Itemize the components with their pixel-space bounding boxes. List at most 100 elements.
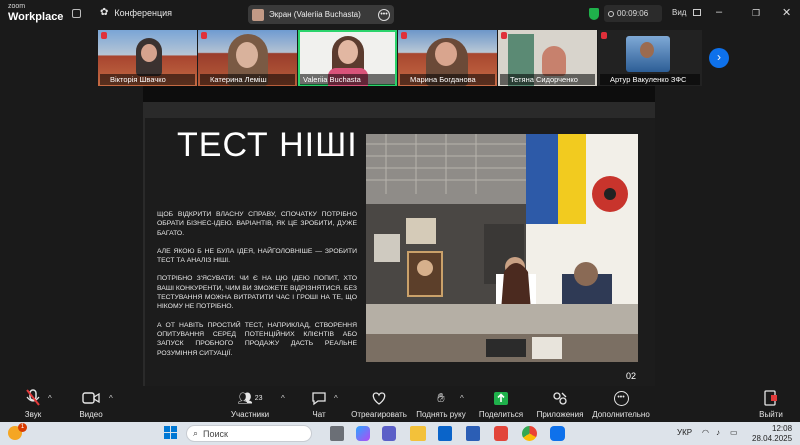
share-screen-icon bbox=[494, 391, 508, 405]
muted-mic-icon bbox=[401, 32, 407, 39]
apps-button[interactable]: Приложения bbox=[536, 388, 584, 419]
weather-widget-icon[interactable]: 1 bbox=[8, 423, 27, 441]
meeting-label: Конференция bbox=[114, 7, 173, 18]
participant-tile[interactable]: Катерина Леміш bbox=[198, 30, 297, 86]
participant-tile[interactable]: Марина Богданова bbox=[398, 30, 497, 86]
video-camera-icon bbox=[82, 392, 100, 404]
start-windows-icon[interactable] bbox=[164, 426, 178, 441]
video-options-caret-icon[interactable]: ^ bbox=[109, 394, 113, 403]
participant-face bbox=[141, 44, 157, 62]
close-icon[interactable]: ✕ bbox=[782, 6, 791, 19]
slide-paragraph: АЛЕ ЯКОЮ Б НЕ БУЛА ІДЕЯ, НАЙГОЛОВНІШЕ — … bbox=[157, 247, 357, 265]
app-switch-icon[interactable] bbox=[72, 9, 81, 18]
cafe-photo-illustration bbox=[366, 134, 638, 362]
slide-cafe-photo bbox=[366, 134, 638, 362]
participants-count: 23 bbox=[254, 394, 263, 402]
outlook-icon[interactable] bbox=[438, 426, 452, 441]
participant-face bbox=[435, 42, 457, 66]
taskbar-search-input[interactable]: ⌕ Поиск bbox=[186, 425, 312, 442]
participant-face bbox=[640, 42, 654, 58]
video-label: Видео bbox=[79, 410, 103, 419]
muted-mic-icon bbox=[201, 32, 207, 39]
participants-label: Участники bbox=[230, 410, 270, 419]
muted-mic-icon bbox=[26, 389, 40, 406]
copilot-icon[interactable] bbox=[356, 426, 370, 441]
more-button[interactable]: ••• Дополнительно bbox=[592, 388, 650, 419]
screen-share-label: Экран (Valeriia Buchasta) bbox=[269, 10, 361, 19]
sharer-avatar bbox=[252, 8, 264, 21]
slide-page-number: 02 bbox=[626, 371, 637, 381]
audio-button[interactable]: Звук bbox=[18, 388, 48, 419]
teams-icon[interactable] bbox=[382, 426, 396, 441]
share-label: Поделиться bbox=[478, 410, 524, 419]
battery-icon[interactable]: ▭ bbox=[730, 428, 738, 437]
participant-name: Катерина Леміш bbox=[200, 74, 295, 85]
more-options-icon[interactable]: ••• bbox=[378, 8, 390, 21]
zoom-title-bar: zoom Workplace ✿ Конференция Экран (Vale… bbox=[0, 0, 800, 28]
muted-mic-icon bbox=[501, 32, 507, 39]
raise-hand-button[interactable]: ✋︎ Поднять руку bbox=[414, 388, 468, 419]
restore-icon[interactable]: ❐ bbox=[752, 8, 760, 19]
share-screen-button[interactable]: Поделиться bbox=[478, 388, 524, 419]
view-grid-icon bbox=[692, 9, 701, 17]
muted-mic-icon bbox=[101, 32, 107, 39]
volume-icon[interactable]: ♪ bbox=[716, 428, 720, 437]
audio-label: Звук bbox=[24, 410, 42, 419]
chat-bubble-icon bbox=[312, 391, 326, 405]
participant-tile[interactable]: Артур Вакуленко ЗФС bbox=[598, 30, 702, 86]
security-shield-icon[interactable] bbox=[589, 8, 599, 20]
participants-button[interactable]: 👥︎ 23 Участники bbox=[230, 388, 270, 419]
workplace-logo-text: Workplace bbox=[8, 11, 64, 23]
react-label: Отреагировать bbox=[351, 410, 407, 419]
participant-tile[interactable]: Тетяна Сидорченко bbox=[498, 30, 597, 86]
audio-options-caret-icon[interactable]: ^ bbox=[48, 394, 52, 403]
word-icon[interactable] bbox=[466, 426, 480, 441]
participant-name: Артур Вакуленко ЗФС bbox=[600, 74, 700, 85]
video-button[interactable]: Видео bbox=[76, 388, 106, 419]
participant-name: Valeriia Buchasta bbox=[300, 74, 395, 85]
clock[interactable]: 12:08 28.04.2025 bbox=[752, 424, 792, 444]
slide-body: ЩОБ ВІДКРИТИ ВЛАСНУ СПРАВУ, СПОЧАТКУ ПОТ… bbox=[157, 210, 357, 367]
react-button[interactable]: Отреагировать bbox=[350, 388, 408, 419]
more-label: Дополнительно bbox=[592, 410, 650, 419]
gallery-next-icon[interactable]: › bbox=[709, 48, 729, 68]
chat-options-caret-icon[interactable]: ^ bbox=[334, 394, 338, 403]
task-view-icon[interactable] bbox=[330, 426, 344, 441]
chat-button[interactable]: Чат bbox=[306, 388, 332, 419]
clock-date: 28.04.2025 bbox=[752, 434, 793, 443]
windows-taskbar: 1 ⌕ Поиск УКР ◠ ♪ ▭ 12:08 28.04.2025 bbox=[0, 422, 800, 445]
presentation-slide: ТЕСТ НІШІ ЩОБ ВІДКРИТИ ВЛАСНУ СПРАВУ, СП… bbox=[145, 118, 655, 386]
timer-value: 00:09:06 bbox=[617, 9, 649, 18]
participant-name: Марина Богданова bbox=[400, 74, 495, 85]
screen-share-indicator[interactable]: Экран (Valeriia Buchasta) ••• bbox=[248, 5, 394, 24]
chrome-icon[interactable] bbox=[522, 426, 537, 441]
notification-badge: 1 bbox=[18, 423, 27, 432]
search-placeholder: Поиск bbox=[203, 428, 228, 439]
search-icon: ⌕ bbox=[193, 428, 199, 438]
media-player-icon[interactable] bbox=[494, 426, 508, 441]
apps-icon bbox=[553, 391, 567, 405]
raise-hand-options-caret-icon[interactable]: ^ bbox=[460, 394, 464, 403]
minimize-icon[interactable]: – bbox=[716, 6, 722, 18]
clock-icon bbox=[608, 10, 614, 17]
participants-icon: 👥︎ bbox=[237, 391, 253, 405]
participant-name: Вікторія Швачко bbox=[100, 74, 195, 85]
participant-face bbox=[542, 46, 566, 76]
leave-meeting-button[interactable]: Выйти bbox=[756, 388, 786, 419]
participants-options-caret-icon[interactable]: ^ bbox=[281, 394, 285, 403]
raise-hand-label: Поднять руку bbox=[416, 410, 466, 419]
participant-tile-active-speaker[interactable]: Valeriia Buchasta bbox=[298, 30, 397, 86]
participant-face bbox=[236, 42, 258, 68]
view-menu[interactable]: Вид bbox=[672, 8, 701, 17]
raise-hand-icon: ✋︎ bbox=[437, 390, 445, 405]
zoom-app-icon[interactable] bbox=[550, 426, 565, 441]
shared-screen-header bbox=[143, 86, 655, 102]
more-dots-icon: ••• bbox=[613, 390, 629, 406]
wifi-icon[interactable]: ◠ bbox=[702, 428, 709, 437]
file-explorer-icon[interactable] bbox=[410, 426, 426, 441]
participant-tile[interactable]: Вікторія Швачко bbox=[98, 30, 197, 86]
chat-label: Чат bbox=[312, 410, 326, 419]
apps-label: Приложения bbox=[536, 410, 584, 419]
meeting-info[interactable]: ✿ Конференция bbox=[100, 7, 172, 18]
language-indicator[interactable]: УКР bbox=[677, 428, 692, 437]
